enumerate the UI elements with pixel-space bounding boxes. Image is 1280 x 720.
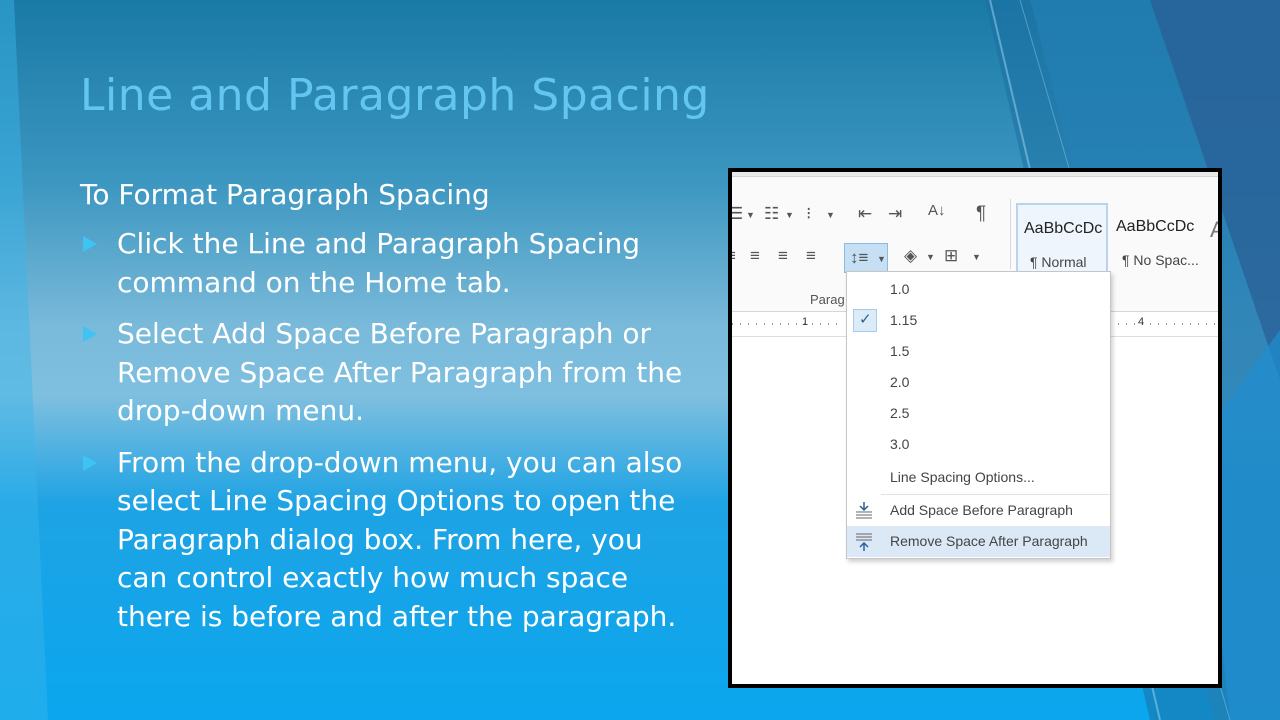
paragraph-group-label: Parag bbox=[810, 292, 845, 307]
menu-item-spacing-2-5[interactable]: 2.5 bbox=[847, 398, 1110, 429]
chevron-down-icon: ▼ bbox=[877, 254, 886, 264]
bullet-text: Select Add Space Before Paragraph or Rem… bbox=[117, 317, 683, 427]
menu-item-spacing-1-0[interactable]: 1.0 bbox=[847, 274, 1110, 305]
line-spacing-dropdown-menu: 1.0 ✓ 1.15 1.5 2.0 2.5 3.0 Line Spacing … bbox=[846, 271, 1111, 559]
menu-item-label: 2.0 bbox=[890, 374, 910, 390]
ruler-ticks bbox=[732, 323, 842, 325]
style-normal[interactable]: AaBbCcDc ¶ Normal bbox=[1016, 203, 1108, 273]
menu-item-line-spacing-options[interactable]: Line Spacing Options... bbox=[847, 462, 1110, 493]
word-ribbon-screenshot: ☰ ▼ ☷ ▼ ⁝ ▼ ⇤ ⇥ A↓ ¶ ≡ ≡ ≡ ≡ ↕≡ ▼ ◈ ▼ ⊞ … bbox=[728, 168, 1222, 688]
menu-item-label: 1.15 bbox=[890, 312, 918, 328]
bullet-text: Click the Line and Paragraph Spacing com… bbox=[117, 227, 641, 299]
slide-content: To Format Paragraph Spacing Click the Li… bbox=[80, 178, 700, 649]
remove-space-after-icon bbox=[856, 533, 872, 551]
bullet-list: Click the Line and Paragraph Spacing com… bbox=[80, 225, 700, 636]
menu-item-remove-space-after[interactable]: Remove Space After Paragraph bbox=[847, 526, 1110, 557]
menu-item-spacing-1-15[interactable]: ✓ 1.15 bbox=[847, 305, 1110, 336]
align-left-icon[interactable]: ≡ bbox=[732, 247, 736, 264]
style-no-spacing[interactable]: AaBbCcDc ¶ No Spac... bbox=[1110, 203, 1202, 273]
chevron-down-icon[interactable]: ▼ bbox=[785, 210, 794, 220]
multilevel-list-icon[interactable]: ⁝ bbox=[806, 205, 811, 222]
bullet-arrow-icon bbox=[83, 326, 97, 342]
bullet-item: Click the Line and Paragraph Spacing com… bbox=[80, 225, 700, 302]
bullets-icon[interactable]: ☰ bbox=[732, 205, 743, 222]
menu-item-label: Add Space Before Paragraph bbox=[890, 502, 1073, 518]
menu-item-label: 2.5 bbox=[890, 405, 910, 421]
checkmark-icon: ✓ bbox=[859, 311, 872, 328]
style-name: ¶ No Spac... bbox=[1122, 252, 1199, 268]
line-spacing-icon: ↕≡ bbox=[850, 248, 869, 267]
increase-indent-icon[interactable]: ⇥ bbox=[888, 205, 902, 222]
menu-item-label: 1.0 bbox=[890, 281, 910, 297]
menu-item-label: Remove Space After Paragraph bbox=[890, 533, 1088, 549]
style-sample: AaBbCcDc bbox=[1116, 218, 1195, 235]
chevron-down-icon[interactable]: ▼ bbox=[826, 210, 835, 220]
sort-icon[interactable]: A↓ bbox=[928, 203, 946, 218]
bullet-arrow-icon bbox=[83, 236, 97, 252]
ruler-ticks bbox=[1110, 323, 1218, 325]
chevron-down-icon[interactable]: ▼ bbox=[972, 252, 981, 262]
menu-item-spacing-2-0[interactable]: 2.0 bbox=[847, 367, 1110, 398]
chevron-down-icon[interactable]: ▼ bbox=[926, 252, 935, 262]
menu-item-label: Line Spacing Options... bbox=[890, 469, 1035, 485]
ruler-number: 4 bbox=[1138, 316, 1145, 328]
menu-item-spacing-3-0[interactable]: 3.0 bbox=[847, 429, 1110, 460]
slide-title: Line and Paragraph Spacing bbox=[80, 70, 710, 121]
bullet-item: Select Add Space Before Paragraph or Rem… bbox=[80, 315, 700, 431]
ribbon-group-divider bbox=[1010, 199, 1011, 269]
chevron-down-icon[interactable]: ▼ bbox=[746, 210, 755, 220]
ruler-number: 1 bbox=[802, 316, 809, 328]
align-center-icon[interactable]: ≡ bbox=[750, 247, 760, 264]
menu-item-add-space-before[interactable]: Add Space Before Paragraph bbox=[847, 495, 1110, 526]
decrease-indent-icon[interactable]: ⇤ bbox=[858, 205, 872, 222]
show-formatting-marks-icon[interactable]: ¶ bbox=[976, 204, 986, 223]
bullet-arrow-icon bbox=[83, 454, 97, 471]
style-gallery-more-icon[interactable]: A bbox=[1210, 217, 1218, 243]
add-space-before-icon bbox=[856, 502, 872, 519]
borders-icon[interactable]: ⊞ bbox=[944, 247, 958, 264]
style-name: ¶ Normal bbox=[1030, 254, 1087, 270]
slide-subtitle: To Format Paragraph Spacing bbox=[80, 178, 490, 211]
bullet-item: From the drop-down menu, you can also se… bbox=[80, 444, 700, 637]
menu-item-label: 1.5 bbox=[890, 343, 910, 359]
shading-icon[interactable]: ◈ bbox=[904, 247, 917, 264]
style-sample: AaBbCcDc bbox=[1024, 220, 1103, 237]
line-spacing-button[interactable]: ↕≡ ▼ bbox=[844, 243, 888, 273]
align-right-icon[interactable]: ≡ bbox=[778, 247, 788, 264]
menu-item-label: 3.0 bbox=[890, 436, 910, 452]
bullet-text: From the drop-down menu, you can also se… bbox=[117, 445, 683, 633]
justify-icon[interactable]: ≡ bbox=[806, 247, 816, 264]
menu-item-spacing-1-5[interactable]: 1.5 bbox=[847, 336, 1110, 367]
numbering-icon[interactable]: ☷ bbox=[764, 205, 779, 222]
